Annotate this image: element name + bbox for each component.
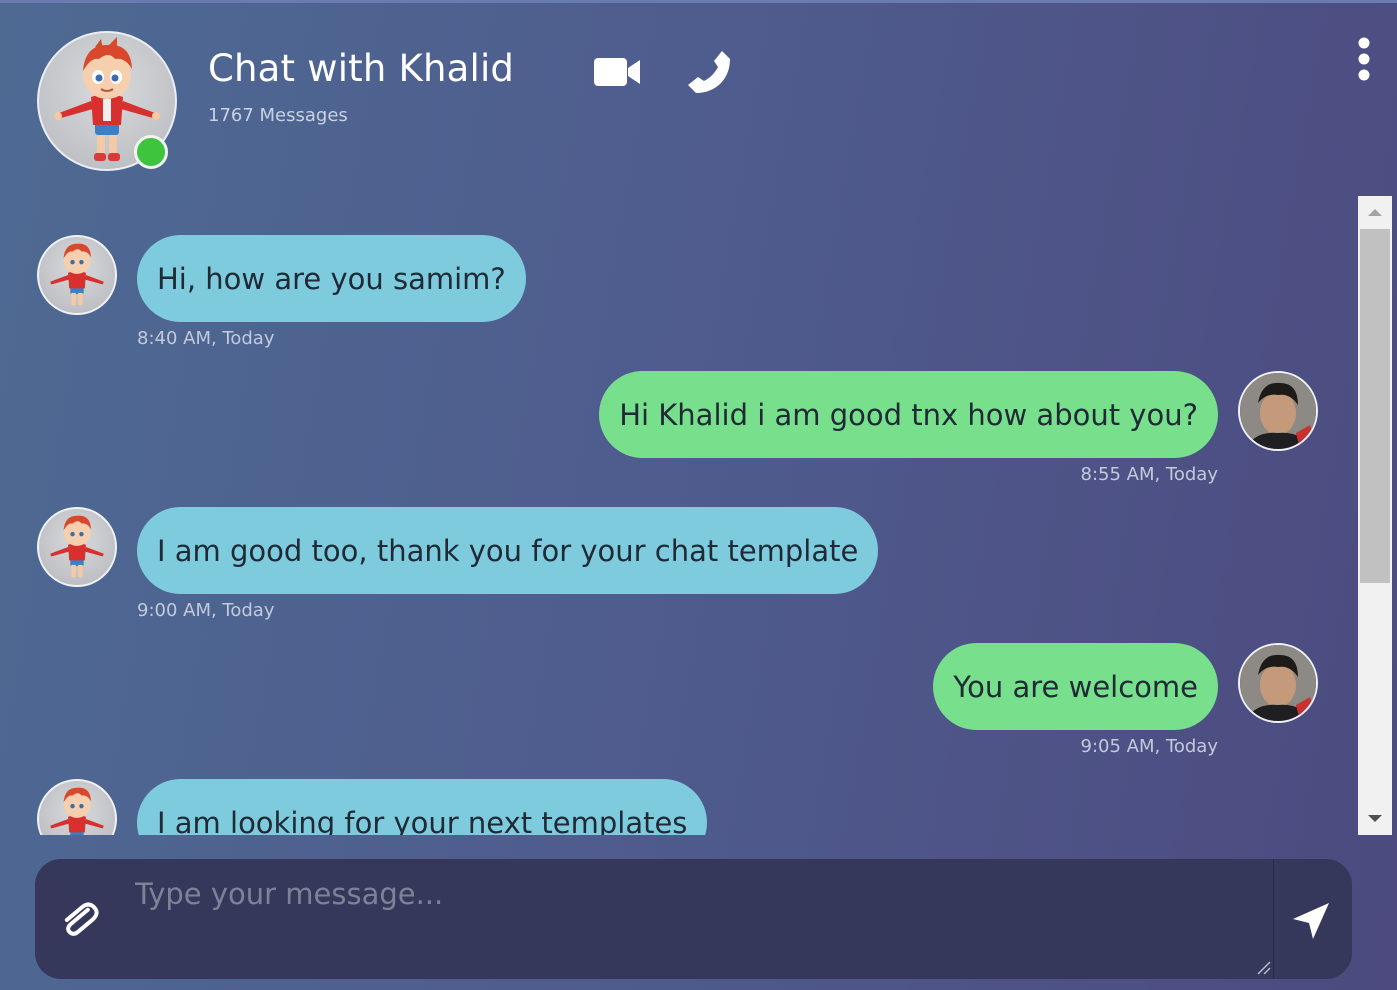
scroll-up-arrow-icon[interactable] (1358, 196, 1392, 226)
message-bubble-incoming: I am good too, thank you for your chat t… (137, 507, 879, 594)
more-vertical-icon[interactable] (1352, 37, 1376, 81)
khalid-avatar (37, 779, 117, 835)
message-bubble-outgoing: Hi Khalid i am good tnx how about you? (599, 371, 1218, 458)
composer-divider (1273, 859, 1274, 979)
message-list[interactable]: Hi, how are you samim? 8:40 AM, Today Hi… (0, 193, 1397, 835)
message-timestamp: 9:00 AM, Today (137, 600, 275, 621)
composer (35, 859, 1352, 979)
message-scrollbar[interactable] (1358, 196, 1392, 835)
cartoon-boy-image (50, 515, 104, 578)
message-timestamp: 9:05 AM, Today (1080, 736, 1219, 757)
khalid-avatar (37, 235, 117, 315)
message-bubble-incoming: Hi, how are you samim? (137, 235, 526, 322)
chat-title: Chat with Khalid (208, 47, 515, 90)
paperclip-icon[interactable] (57, 897, 101, 941)
user-avatar (1238, 371, 1318, 451)
message-bubble-incoming: I am looking for your next templates (137, 779, 708, 835)
chat-window: Chat with Khalid 1767 Messages Hi, how a… (0, 0, 1397, 990)
composer-bar (0, 835, 1397, 990)
online-status-dot (134, 135, 168, 169)
message-input[interactable] (135, 859, 1273, 979)
user-avatar (1238, 643, 1318, 723)
message-timestamp: 8:40 AM, Today (137, 328, 275, 349)
user-photo-image (1240, 373, 1316, 449)
message-timestamp: 8:55 AM, Today (1080, 464, 1219, 485)
message-bubble-outgoing: You are welcome (933, 643, 1218, 730)
khalid-avatar (37, 507, 117, 587)
cartoon-boy-image (50, 243, 104, 306)
video-camera-icon[interactable] (594, 55, 642, 89)
send-icon[interactable] (1291, 901, 1331, 941)
chat-header: Chat with Khalid 1767 Messages (0, 3, 1397, 193)
message-count: 1767 Messages (208, 105, 348, 126)
scroll-down-arrow-icon[interactable] (1358, 805, 1392, 835)
cartoon-boy-image (50, 787, 104, 835)
phone-icon[interactable] (686, 49, 732, 95)
user-photo-image (1240, 645, 1316, 721)
scrollbar-thumb[interactable] (1360, 229, 1390, 583)
resize-grip-icon[interactable] (1255, 959, 1271, 975)
